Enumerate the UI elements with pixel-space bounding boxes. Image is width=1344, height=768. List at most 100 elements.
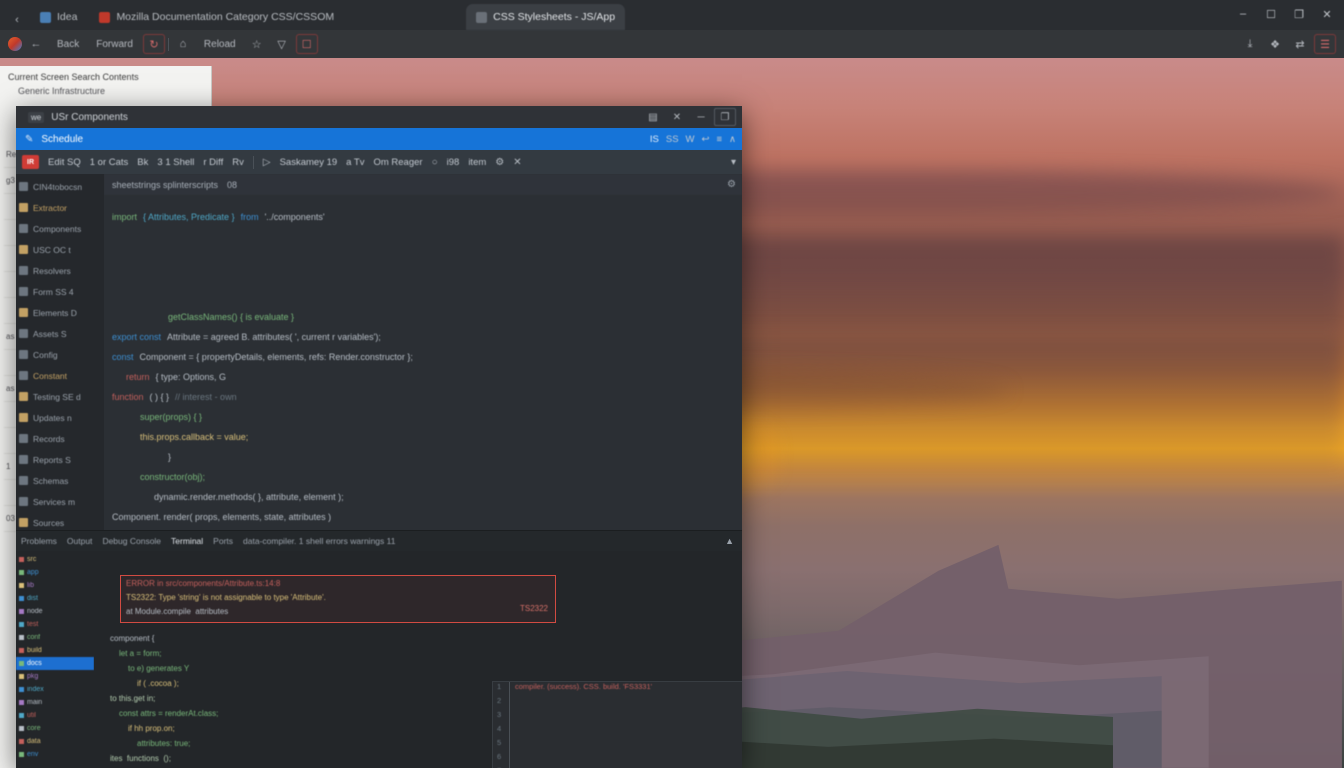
terminal-list-item[interactable]: node: [16, 605, 94, 618]
tab-scroll-left-icon[interactable]: ‹: [6, 10, 28, 30]
restore-icon[interactable]: ❐: [714, 108, 736, 126]
breadcrumb-path[interactable]: sheetstrings splinterscripts: [112, 180, 218, 190]
sidebar-tree-item[interactable]: Extractor: [16, 197, 104, 218]
puzzle-icon[interactable]: ❖: [1264, 34, 1286, 54]
sidebar-tree-item[interactable]: Components: [16, 218, 104, 239]
toolbar-item-4[interactable]: r Diff: [203, 157, 223, 168]
terminal-list-item[interactable]: dist: [16, 592, 94, 605]
browser-tab[interactable]: Idea: [30, 4, 87, 30]
terminal-list-item[interactable]: test: [16, 618, 94, 631]
profile-avatar[interactable]: [8, 37, 22, 51]
terminal-list-item[interactable]: data: [16, 735, 94, 748]
bluebar-action-0[interactable]: IS: [650, 134, 659, 145]
home-icon[interactable]: ⌂: [172, 34, 194, 54]
toolbar-right-item-1[interactable]: a Tv: [346, 157, 364, 168]
browser-tab[interactable]: Mozilla Documentation Category CSS/CSSOM: [89, 4, 344, 30]
toolbar-item-0[interactable]: Edit SQ: [48, 157, 81, 168]
sync-icon[interactable]: ⇄: [1289, 34, 1311, 54]
layout-icon[interactable]: ▤: [642, 108, 664, 126]
toolbar-right-item-2[interactable]: Om Reager: [373, 157, 422, 168]
sidebar-tree-item[interactable]: Reports S: [16, 449, 104, 470]
bluebar-action-4[interactable]: ≡: [716, 134, 722, 145]
toolbar-item-3[interactable]: 3 1 Shell: [157, 157, 194, 168]
file-icon: [19, 203, 28, 212]
downloads-icon[interactable]: ⤓: [1239, 34, 1261, 54]
terminal-list-item[interactable]: util: [16, 709, 94, 722]
editor-tab[interactable]: we USr Components: [20, 106, 136, 128]
editor-selected-bar[interactable]: ✎ Schedule IS SS W ↩ ≡ ∧: [16, 128, 742, 150]
toolbar-item-5[interactable]: Rv: [232, 157, 244, 168]
tab-debug-console[interactable]: Debug Console: [102, 536, 161, 546]
bluebar-action-2[interactable]: W: [686, 134, 695, 145]
sidebar-tree-item[interactable]: Elements D: [16, 302, 104, 323]
sidebar-tree-item[interactable]: Form SS 4: [16, 281, 104, 302]
bluebar-action-5[interactable]: ∧: [729, 134, 736, 145]
tab-ports[interactable]: Ports: [213, 536, 233, 546]
panel-maximize-icon[interactable]: ▲: [725, 536, 742, 546]
reload-icon[interactable]: ↻: [142, 34, 165, 54]
maximize-button[interactable]: ☐: [1258, 2, 1284, 26]
close-small-icon[interactable]: ✕: [513, 157, 521, 168]
sidebar-tree-item[interactable]: Resolvers: [16, 260, 104, 281]
terminal-list-item[interactable]: app: [16, 566, 94, 579]
terminal-list-item[interactable]: conf: [16, 631, 94, 644]
run-icon[interactable]: ▷: [263, 157, 271, 168]
tab-output[interactable]: Output: [67, 536, 93, 546]
bookmark-icon[interactable]: ☆: [246, 34, 268, 54]
sidebar-tree-label: Sources: [33, 517, 65, 528]
sidebar-tree-item[interactable]: Assets S: [16, 323, 104, 344]
sidebar-tree-item[interactable]: Config: [16, 344, 104, 365]
filter-icon[interactable]: ▽: [271, 34, 293, 54]
toolbar-right-item-4[interactable]: i98: [447, 157, 460, 168]
toolbar-label-forward[interactable]: Forward: [89, 34, 140, 54]
minimize-icon[interactable]: ─: [690, 108, 712, 126]
sidebar-tree-item[interactable]: Records: [16, 428, 104, 449]
terminal-output-region[interactable]: ERROR in src/components/Attribute.ts:14:…: [94, 551, 742, 768]
minimize-button[interactable]: –: [1230, 2, 1256, 26]
sidebar-tree-item[interactable]: CIN4tobocsn: [16, 176, 104, 197]
circle-icon[interactable]: ○: [432, 157, 438, 168]
toolbar-label-back[interactable]: Back: [50, 34, 86, 54]
editor-title-bar[interactable]: we USr Components ▤ ✕ ─ ❐: [16, 106, 742, 128]
terminal-list-item[interactable]: index: [16, 683, 94, 696]
restore-button[interactable]: ❐: [1286, 2, 1312, 26]
sidebar-tree-item[interactable]: Constant: [16, 365, 104, 386]
menu-icon[interactable]: ☰: [1314, 34, 1336, 54]
chevron-down-icon[interactable]: ▾: [731, 157, 736, 168]
settings-icon[interactable]: ⚙: [727, 179, 742, 190]
terminal-list-item[interactable]: core: [16, 722, 94, 735]
sidebar-tree-item[interactable]: Updates n: [16, 407, 104, 428]
tab-terminal[interactable]: Terminal: [171, 536, 203, 546]
toolbar-item-1[interactable]: 1 or Cats: [90, 157, 129, 168]
terminal-list-item[interactable]: env: [16, 748, 94, 761]
toolbar-item-2[interactable]: Bk: [137, 157, 148, 168]
toolbar-right-item-0[interactable]: Saskamey 19: [280, 157, 338, 168]
toolbar-right-item-5[interactable]: item: [468, 157, 486, 168]
gear-icon[interactable]: ⚙: [495, 157, 504, 168]
bluebar-action-1[interactable]: SS: [666, 134, 679, 145]
bullet-icon: [19, 557, 24, 562]
terminal-list-item[interactable]: pkg: [16, 670, 94, 683]
extensions-icon[interactable]: ☐: [295, 34, 318, 54]
sidebar-tree-item[interactable]: Sources: [16, 512, 104, 530]
terminal-list-item[interactable]: lib: [16, 579, 94, 592]
back-icon[interactable]: ←: [25, 34, 47, 54]
secondary-output-pane[interactable]: 1 compiler. (success). CSS. build. 'FS333…: [492, 681, 742, 768]
tab-problems[interactable]: Problems: [21, 536, 57, 546]
browser-tab-active[interactable]: CSS Stylesheets - JS/App: [466, 4, 626, 30]
close-button[interactable]: ✕: [1314, 2, 1340, 26]
terminal-list-item[interactable]: src: [16, 553, 94, 566]
terminal-list-item[interactable]: build: [16, 644, 94, 657]
code-editor-area[interactable]: sheetstrings splinterscripts 08 ⚙ import…: [104, 174, 742, 530]
sidebar-tree-item[interactable]: USC OC t: [16, 239, 104, 260]
sidebar-tree-item[interactable]: Services m: [16, 491, 104, 512]
bluebar-action-3[interactable]: ↩: [702, 134, 710, 145]
sidebar-tree-item[interactable]: Testing SE d: [16, 386, 104, 407]
terminal-list-item[interactable]: docs: [16, 657, 94, 670]
sidebar-tree-item[interactable]: Schemas: [16, 470, 104, 491]
toolbar-label-reload[interactable]: Reload: [197, 34, 243, 54]
file-icon: [19, 308, 28, 317]
terminal-list-item[interactable]: main: [16, 696, 94, 709]
code-line: super(props) { }: [104, 407, 742, 427]
close-icon[interactable]: ✕: [666, 108, 688, 126]
